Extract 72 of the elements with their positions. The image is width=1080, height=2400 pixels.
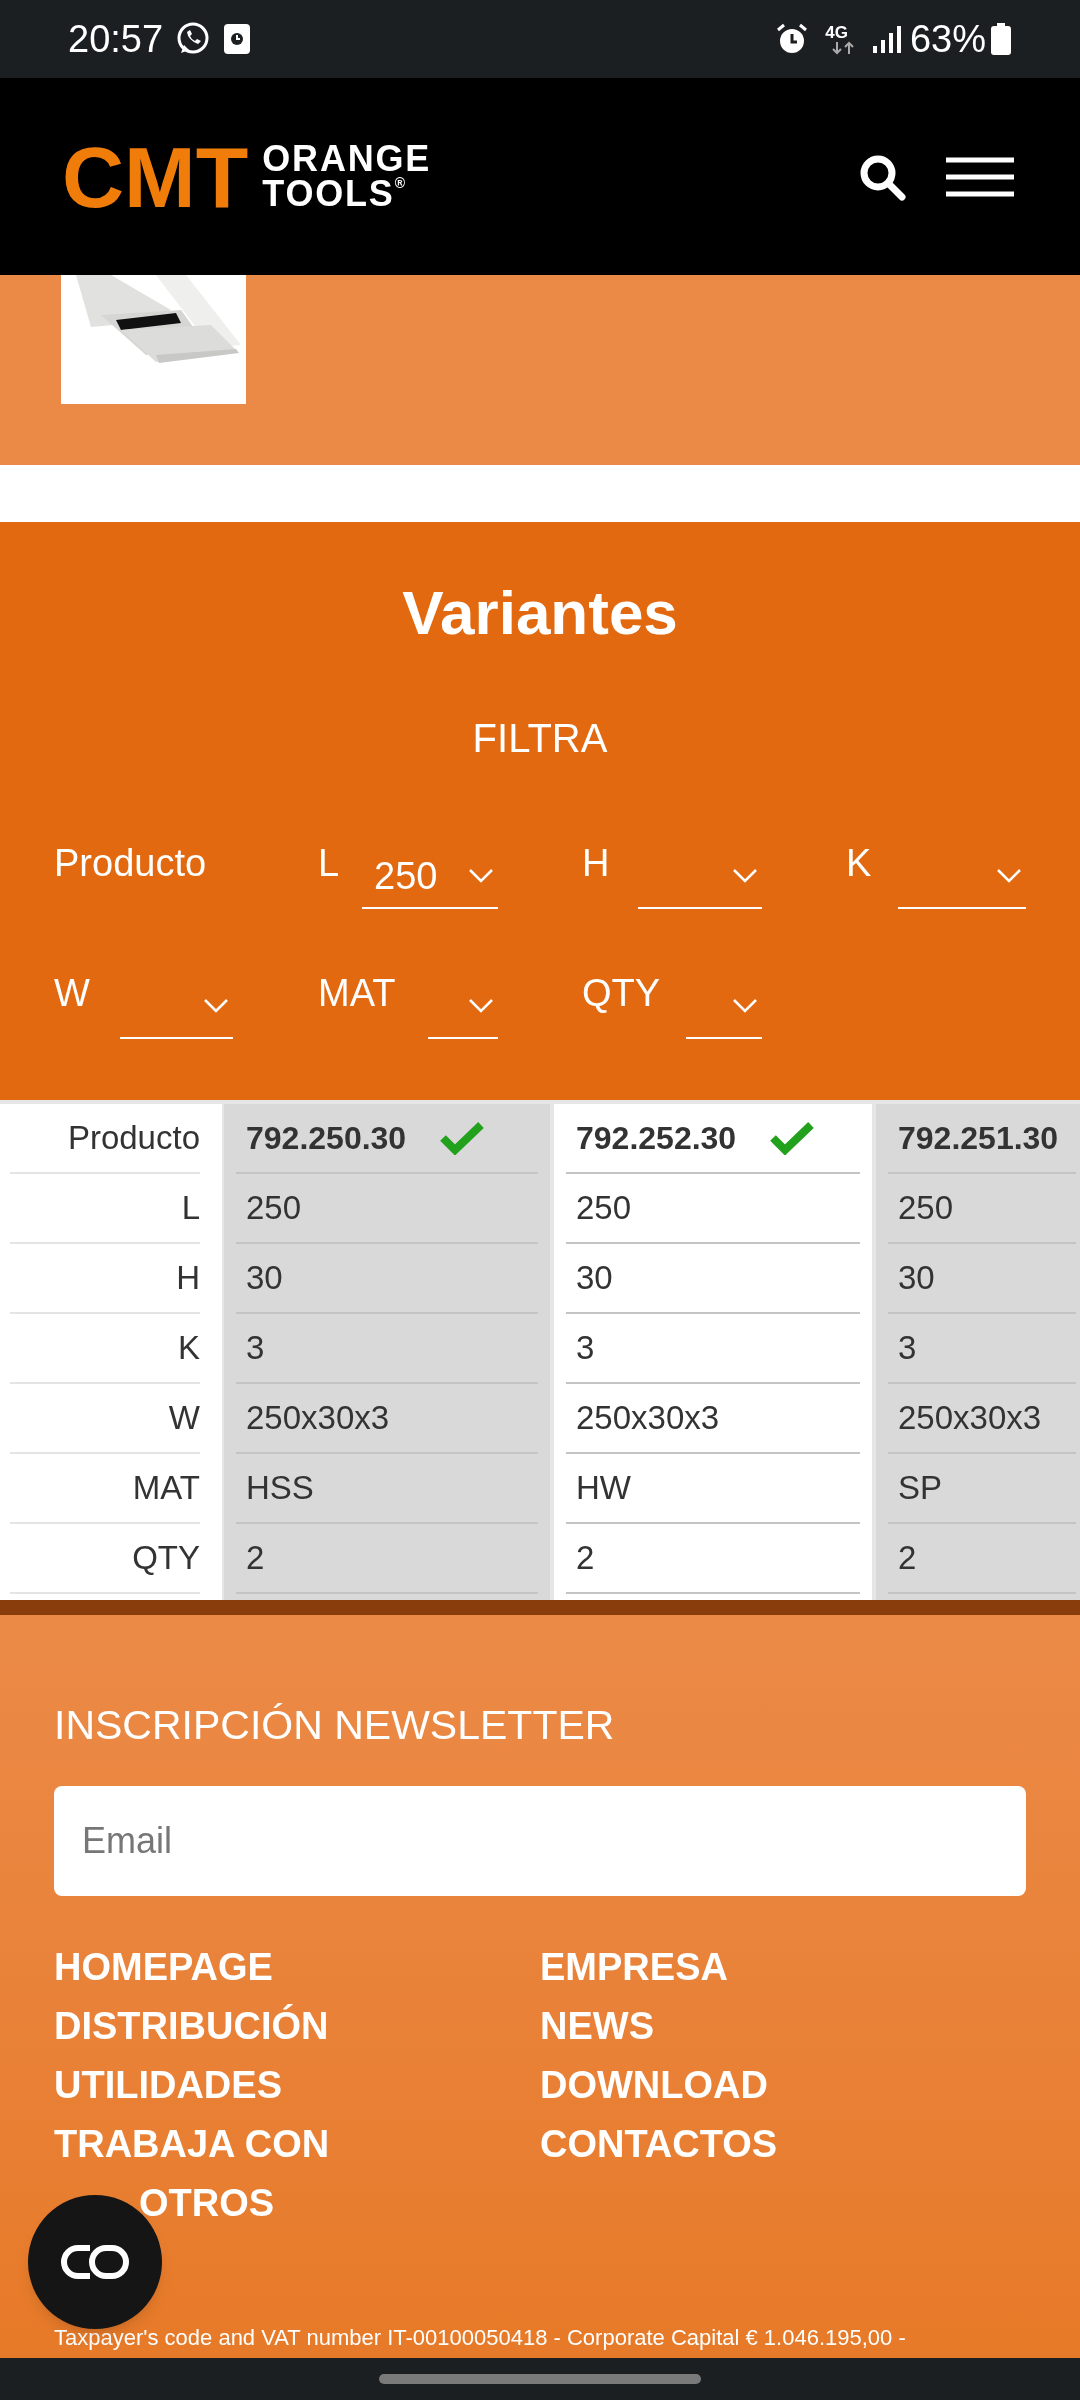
table-cell: 250x30x3	[236, 1384, 538, 1454]
chevron-down-icon	[996, 868, 1022, 884]
row-header: Producto	[10, 1104, 200, 1174]
battery-icon	[990, 22, 1012, 56]
logo-mark: CMT	[61, 133, 250, 220]
footer-link[interactable]: DOWNLOAD	[540, 2066, 1026, 2105]
table-cell: 250	[888, 1174, 1076, 1244]
logo-text: TOOLS	[262, 176, 395, 211]
email-field[interactable]: Email	[54, 1786, 1026, 1896]
chevron-down-icon	[203, 998, 229, 1014]
filter-label: QTY	[582, 970, 662, 1016]
table-cell: HW	[566, 1454, 860, 1524]
filter-label: H	[582, 840, 611, 886]
table-cell: 30	[236, 1244, 538, 1314]
table-cell: 250x30x3	[566, 1384, 860, 1454]
table-cell: 2	[236, 1524, 538, 1594]
product-code[interactable]: 792.250.30	[246, 1114, 407, 1162]
footer-link[interactable]: NEWS	[540, 2007, 1026, 2046]
chevron-down-icon	[468, 998, 494, 1014]
check-icon	[770, 1121, 815, 1155]
table-cell: 250	[236, 1174, 538, 1244]
section-title: Variantes	[401, 582, 679, 644]
table-cell: 250x30x3	[888, 1384, 1076, 1454]
chevron-down-icon	[468, 868, 494, 884]
notification-icon	[223, 23, 252, 55]
logo-text: ORANGE	[262, 142, 432, 177]
filter-label: L	[318, 840, 341, 886]
menu-icon[interactable]	[946, 156, 1014, 197]
chevron-down-icon	[732, 998, 758, 1014]
home-handle[interactable]	[379, 2374, 701, 2384]
data-arrows-icon	[829, 40, 856, 55]
filter-label: W	[54, 970, 91, 1016]
footer-link[interactable]: EMPRESA	[540, 1948, 1026, 1987]
product-code[interactable]: 792.251.30	[898, 1114, 1059, 1162]
footer-link[interactable]: HOMEPAGE	[54, 1948, 540, 1987]
alarm-icon	[775, 22, 810, 56]
table-cell: 3	[236, 1314, 538, 1384]
chevron-down-icon	[732, 868, 758, 884]
table-cell: 250	[566, 1174, 860, 1244]
row-header: H	[10, 1244, 200, 1314]
table-cell: 30	[888, 1244, 1076, 1314]
table-cell: SP	[888, 1454, 1076, 1524]
table-cell: 2	[566, 1524, 860, 1594]
registered-mark: ®	[394, 176, 407, 190]
filter-label: K	[846, 840, 873, 886]
row-header: QTY	[10, 1524, 200, 1594]
row-header: K	[10, 1314, 200, 1384]
footer-link[interactable]: CONTACTOS	[540, 2125, 1026, 2164]
table-cell: HSS	[236, 1454, 538, 1524]
filter-label: Producto	[54, 840, 207, 886]
filter-heading: FILTRA	[471, 718, 609, 758]
table-cell: 2	[888, 1524, 1076, 1594]
footer-link[interactable]: UTILIDADES	[54, 2066, 540, 2105]
link-icon	[60, 2244, 130, 2280]
check-icon	[440, 1121, 485, 1155]
table-cell: 30	[566, 1244, 860, 1314]
legal-text: Taxpayer's code and VAT number IT-00100050418 - Corporate Capital € 1.046.195,00 -	[54, 2324, 907, 2352]
dropdown-value: 250	[374, 853, 438, 899]
signal-icon	[871, 24, 902, 54]
table-cell: 3	[888, 1314, 1076, 1384]
table-cell: 3	[566, 1314, 860, 1384]
battery-percentage: 63%	[909, 16, 986, 62]
row-header: MAT	[10, 1454, 200, 1524]
footer-link[interactable]: TRABAJA CON OTROS	[54, 2125, 540, 2223]
network-type: 4G	[825, 23, 848, 41]
filter-label: MAT	[318, 970, 397, 1016]
row-header: W	[10, 1384, 200, 1454]
newsletter-heading: INSCRIPCIÓN NEWSLETTER	[54, 1705, 616, 1746]
clock: 20:57	[68, 16, 164, 62]
filter-dropdown[interactable]: 250	[362, 831, 498, 909]
product-code[interactable]: 792.252.30	[576, 1114, 737, 1162]
row-header: L	[10, 1174, 200, 1244]
